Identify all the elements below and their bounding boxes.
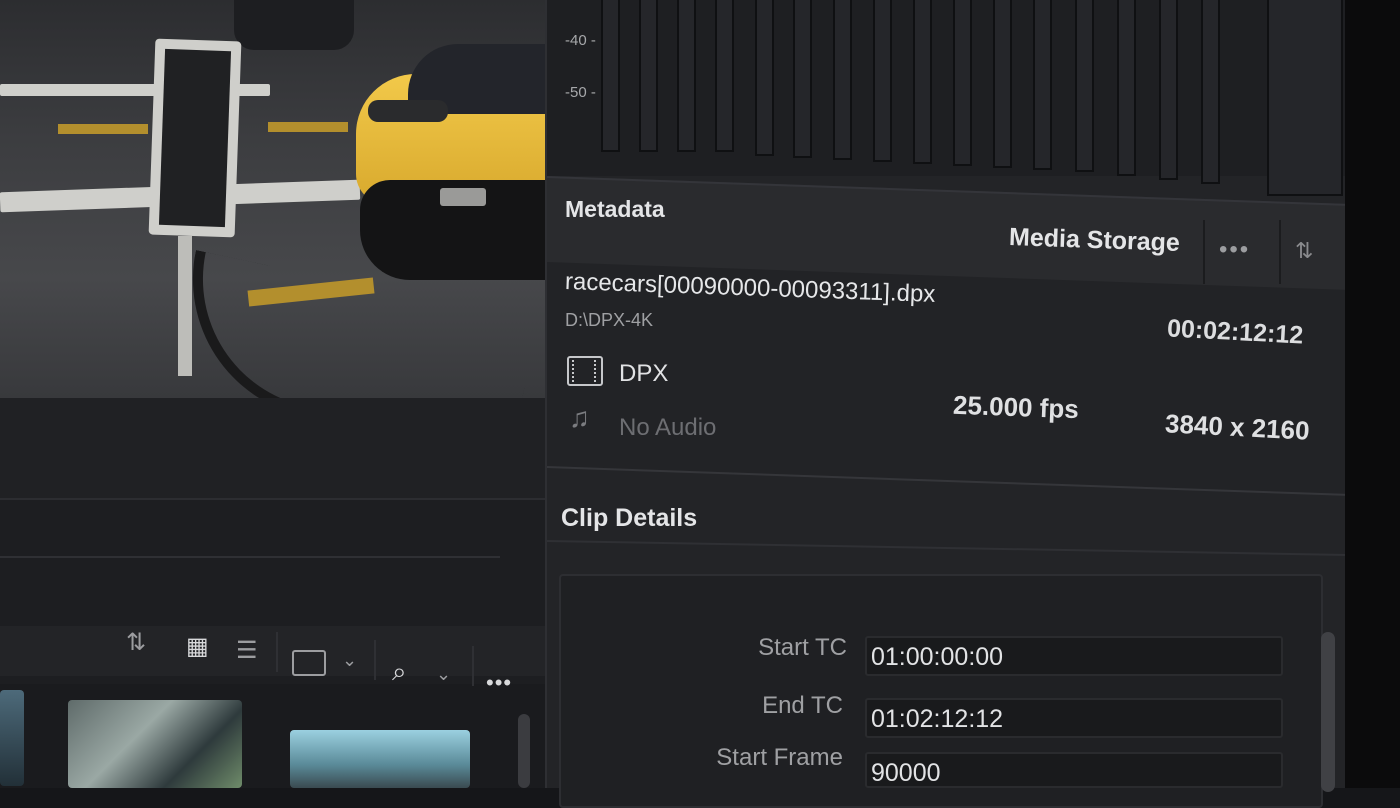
meter-channel: [755, 0, 774, 156]
meter-channel: [639, 0, 658, 152]
clip-thumbnail[interactable]: [68, 700, 242, 788]
toolbar-divider: [472, 646, 474, 686]
metadata-title: Metadata: [565, 196, 665, 222]
lane-arrow: [268, 122, 348, 132]
meter-scale-label: -50 -: [565, 84, 596, 101]
monitor-bezel: [1345, 0, 1400, 788]
meter-channel: [833, 0, 852, 160]
sign-pole: [178, 236, 192, 376]
meter-channel: [1075, 0, 1094, 172]
start-tc-label: Start TC: [758, 634, 847, 661]
more-horizontal-icon[interactable]: •••: [486, 670, 512, 696]
header-divider: [1203, 220, 1205, 284]
chevron-down-icon[interactable]: ⌄: [436, 664, 451, 685]
audio-label: No Audio: [619, 414, 717, 441]
meter-channel: [1117, 0, 1136, 176]
background-car: [234, 0, 354, 50]
header-divider: [1279, 220, 1281, 284]
codec-label: DPX: [619, 360, 669, 387]
film-icon: [567, 356, 603, 386]
search-icon[interactable]: ⌕: [392, 656, 407, 688]
list-view-icon[interactable]: ☰: [236, 636, 258, 665]
end-tc-label: End TC: [762, 692, 843, 719]
media-storage-tab[interactable]: Media Storage: [1009, 223, 1181, 258]
clip-details-title: Clip Details: [561, 504, 698, 532]
music-note-icon: ♫: [569, 402, 590, 433]
lane-arrow: [58, 124, 148, 134]
clip-thumbnail[interactable]: [290, 730, 470, 788]
more-horizontal-icon[interactable]: •••: [1219, 236, 1250, 264]
meter-scale-label: -40 -: [565, 32, 596, 49]
toolbar-divider: [374, 640, 376, 680]
toolbar-divider: [276, 632, 278, 672]
sort-icon[interactable]: ⇅: [1295, 238, 1313, 264]
inspector-panel: -40 - -50 - Metadata Media Storage ••• ⇅…: [545, 0, 1347, 808]
meter-channel: [913, 0, 932, 164]
meter-channel: [993, 0, 1012, 168]
meter-channel: [873, 0, 892, 162]
thumbnail-view-icon[interactable]: ▦: [186, 632, 209, 661]
frame-rate: 25.000 fps: [952, 389, 1080, 425]
parking-sign: [148, 38, 242, 238]
meter-master: [1267, 0, 1343, 196]
clip-thumbnail[interactable]: [0, 690, 24, 786]
audio-meters: -40 - -50 -: [547, 0, 1347, 196]
meter-channel: [601, 0, 620, 152]
pool-scrollbar[interactable]: [518, 714, 530, 788]
meter-channel: [677, 0, 696, 152]
meter-channel: [1201, 0, 1220, 184]
meter-channel: [715, 0, 734, 152]
meter-channel: [953, 0, 972, 166]
viewer: [0, 0, 548, 398]
meter-channel: [1033, 0, 1052, 170]
meter-channel: [1159, 0, 1178, 180]
meter-channel: [793, 0, 812, 158]
chevron-down-icon[interactable]: ⌄: [342, 650, 357, 671]
clip-view-icon[interactable]: [292, 650, 326, 676]
end-tc-field[interactable]: 01:02:12:12: [865, 698, 1283, 738]
sort-icon[interactable]: ⇅: [126, 628, 146, 657]
start-tc-field[interactable]: 01:00:00:00: [865, 636, 1283, 676]
media-pool-toolbar: [0, 626, 548, 676]
file-path: D:\DPX-4K: [565, 310, 654, 330]
details-scrollbar[interactable]: [1321, 632, 1335, 792]
yellow-sports-car: [356, 40, 548, 280]
start-frame-field[interactable]: 90000: [865, 752, 1283, 788]
start-frame-label: Start Frame: [716, 744, 843, 771]
section-divider: [547, 540, 1347, 556]
